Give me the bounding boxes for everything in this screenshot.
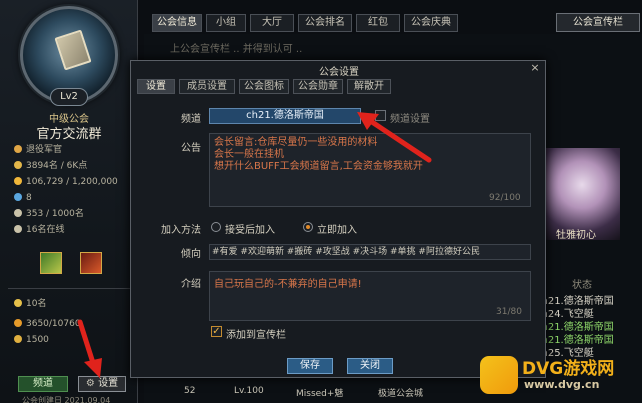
channel-label: 频道 [181,114,201,125]
dialog-title: 公会设置 [319,67,359,78]
notice-label: 公告 [181,143,201,154]
coin-icon [14,177,22,185]
member-row-status: 极道公会城 [378,389,424,399]
join-method-label: 加入方法 [161,225,201,236]
member-row-number: 52 [184,386,196,396]
status-column-header: 状态 [572,280,592,291]
bulletin-board-button[interactable]: 公会宣传栏 [556,13,640,32]
channel-select[interactable]: ch21.德洛斯帝国 [209,108,361,124]
join-option-approve-radio[interactable] [211,222,221,232]
tendency-label: 倾向 [181,249,201,260]
intro-label: 介绍 [181,279,201,290]
stat-members: 353 / 1000名 [14,208,84,220]
member-row-name: Missed+魅 [296,389,344,399]
channel-button-label: 频道 [33,378,53,389]
add-to-bulletin-checkbox[interactable]: ✓ [211,326,222,337]
channel-button[interactable]: 频道 [18,376,68,392]
bar-icon [14,335,22,343]
stat-coins: 106,729 / 1,200,000 [14,176,118,188]
intro-char-count: 31/80 [496,307,522,317]
member-icon [14,209,22,217]
guild-created-date: 公会创建日 2021.09.04 [22,396,111,403]
join-option-approve-label: 接受后加入 [225,225,275,236]
guild-info-panel: Lv2 中级公会 官方交流群 退役军官 3894名 / 6K点 106,729 … [0,0,138,403]
point-icon [14,161,22,169]
tab-guild-info[interactable]: 公会信息 [152,14,202,32]
tab-group[interactable]: 小组 [206,14,246,32]
resource-rank: 10名 [14,298,46,310]
stat-gems: 8 [14,192,32,204]
notice-char-count: 92/100 [489,193,521,203]
stat-online: 16名在线 [14,224,64,236]
stat-rank: 退役军官 [14,144,62,156]
member-row-level: Lv.100 [234,386,264,396]
guild-skill-green-icon[interactable] [40,252,62,274]
stat-points: 3894名 / 6K点 [14,160,87,172]
rank-icon [14,145,22,153]
portrait-label: 牡雅初心 [556,230,596,241]
tendency-tags[interactable]: #有爱 #欢迎萌新 #搬砖 #攻坚战 #决斗场 #单挑 #阿拉德好公民 [209,244,531,260]
tab-celebration[interactable]: 公会庆典 [404,14,458,32]
resource-bar: 1500 [14,334,49,346]
tab-red-envelope[interactable]: 红包 [356,14,400,32]
red-arrow-icon [357,112,432,163]
red-arrow-icon [77,319,102,378]
trophy-icon [14,299,22,307]
tab-guild-medal[interactable]: 公会勋章 [293,79,343,94]
watermark-text: DVG游戏网 [522,359,615,379]
guild-level-badge: Lv2 [50,88,88,106]
tab-disband[interactable]: 解散开 [347,79,391,94]
gem-icon [14,193,22,201]
tab-hall[interactable]: 大厅 [250,14,294,32]
guild-settings-dialog: 公会设置 × 设置 成员设置 公会图标 公会勋章 解散开 频道 ch21.德洛斯… [130,60,546,378]
divider [8,288,130,289]
close-icon[interactable]: × [529,62,541,74]
site-watermark: DVG游戏网 www.dvg.cn [478,348,642,403]
fund-icon [14,319,22,327]
book-icon [54,29,92,71]
join-option-instant-label: 立即加入 [317,225,357,236]
guild-skill-red-icon[interactable] [80,252,102,274]
tab-settings[interactable]: 设置 [137,79,175,94]
tab-member-settings[interactable]: 成员设置 [179,79,235,94]
intro-textarea[interactable]: 自己玩自己的-不兼弃的自己申请! [209,271,531,321]
gamepad-logo-icon [480,356,518,394]
online-icon [14,225,22,233]
close-button[interactable]: 关闭 [347,358,393,374]
save-button[interactable]: 保存 [287,358,333,374]
watermark-domain: www.dvg.cn [524,378,600,391]
resource-fund: 3650/10760 [14,318,81,330]
join-option-instant-radio[interactable] [303,222,313,232]
tab-ranking[interactable]: 公会排名 [298,14,352,32]
add-to-bulletin-label: 添加到宣传栏 [226,330,286,341]
guild-name: 官方交流群 [36,127,102,142]
tab-guild-icon[interactable]: 公会图标 [239,79,289,94]
